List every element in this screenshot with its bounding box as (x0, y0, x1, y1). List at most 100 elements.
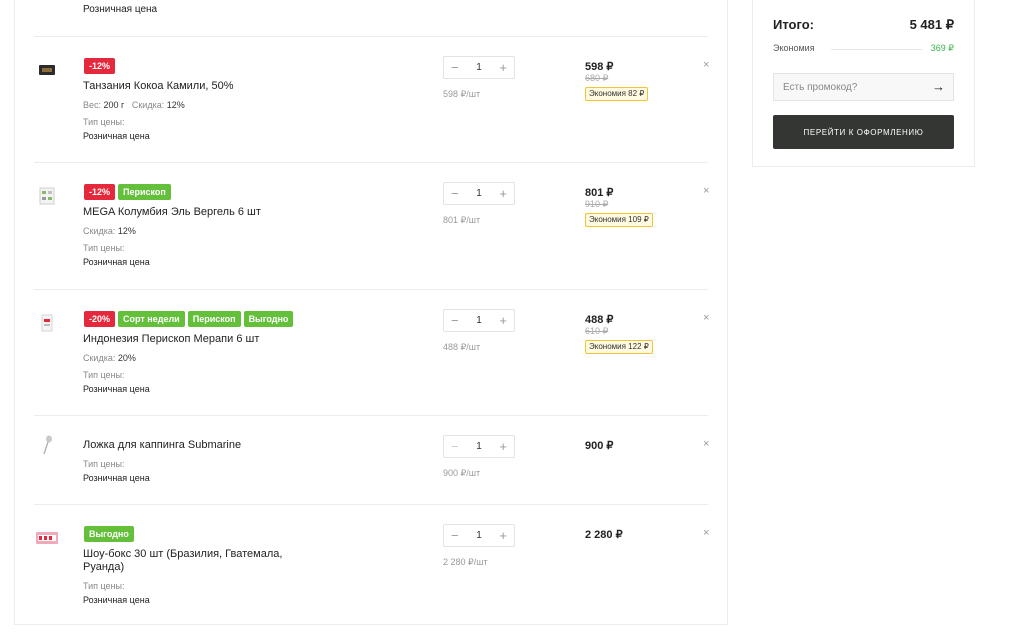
product-meta: Скидка: 12% (83, 226, 136, 236)
minus-icon[interactable]: − (451, 61, 459, 74)
product-badge: Выгодно (243, 311, 294, 327)
item-divider (34, 36, 708, 37)
product-badge: Выгодно (84, 526, 134, 542)
cart-item: Выгодно Шоу-бокс 30 шт (Бразилия, Гватема… (0, 504, 728, 625)
arrow-right-icon[interactable]: → (932, 79, 945, 94)
price-type-label: Тип цены: (83, 243, 125, 253)
meta-value: 20% (117, 353, 136, 363)
show-box-icon[interactable] (34, 528, 60, 548)
product-name[interactable]: Индонезия Перископ Мерапи 6 шт (83, 333, 313, 346)
item-price: 2 280 ₽ (585, 529, 623, 541)
spoon-icon[interactable] (34, 435, 60, 455)
product-badge: Перископ (118, 184, 171, 200)
coffee-pack-icon[interactable] (34, 60, 60, 80)
old-price: 610 ₽ (585, 326, 609, 336)
badge-group: -12% Перископ (84, 184, 171, 200)
price-type-value: Розничная цена (83, 257, 150, 267)
price-type-value: Розничная цена (83, 473, 150, 483)
product-meta: Вес: 200 г Скидка: 12% (83, 100, 185, 110)
total-value: 5 481 ₽ (909, 17, 954, 32)
product-badge: Сорт недели (118, 311, 185, 327)
product-name[interactable]: Танзания Кокоа Камили, 50% (83, 80, 313, 93)
product-meta: Скидка: 20% (83, 353, 136, 363)
minus-icon[interactable]: − (451, 529, 459, 542)
quantity-value[interactable]: 1 (476, 62, 482, 73)
drip-bag-icon[interactable] (34, 313, 60, 333)
item-price: 801 ₽ (585, 187, 614, 199)
order-summary: Итого: 5 481 ₽ Экономия 369 ₽ → ПЕРЕЙТИ … (752, 0, 975, 167)
item-divider (34, 504, 708, 505)
minus-icon[interactable]: − (451, 440, 459, 453)
total-label: Итого: (773, 17, 814, 32)
product-badge: -12% (84, 58, 116, 74)
meta-label: Скидка: (83, 226, 116, 236)
meta-value: 200 г (103, 100, 125, 110)
cart-item: -12% Перископ MEGA Колумбия Эль Вергель 6 … (0, 162, 728, 289)
old-price: 680 ₽ (585, 73, 609, 83)
meta-label: Скидка: (131, 100, 165, 110)
meta-value: 12% (117, 226, 136, 236)
capsule-box-icon[interactable] (34, 186, 60, 206)
price-type-value: Розничная цена (83, 595, 150, 605)
close-icon[interactable]: × (703, 438, 709, 450)
product-name[interactable]: Шоу-бокс 30 шт (Бразилия, Гватемала, Руа… (83, 548, 313, 574)
product-name[interactable]: MEGA Колумбия Эль Вергель 6 шт (83, 206, 313, 219)
price-type-value: Розничная цена (83, 384, 150, 394)
close-icon[interactable]: × (703, 527, 709, 539)
plus-icon[interactable]: + (499, 529, 507, 542)
unit-price: 598 ₽/шт (443, 89, 481, 99)
item-price: 488 ₽ (585, 314, 614, 326)
unit-price: 2 280 ₽/шт (443, 557, 488, 567)
price-type-label: Тип цены: (83, 459, 125, 469)
savings-divider (831, 49, 922, 50)
close-icon[interactable]: × (703, 312, 709, 324)
economy-badge: Экономия 109 ₽ (585, 213, 653, 227)
promo-code-field: → (773, 73, 954, 101)
close-icon[interactable]: × (703, 59, 709, 71)
unit-price: 488 ₽/шт (443, 342, 481, 352)
meta-value: 12% (166, 100, 185, 110)
cart-item: -20% Сорт недели Перископ Выгодно Индонезия … (0, 289, 728, 415)
price-type-label: Тип цены: (83, 370, 125, 380)
promo-code-input[interactable] (774, 74, 942, 100)
quantity-stepper: − 1 + (443, 56, 515, 79)
quantity-value[interactable]: 1 (476, 315, 482, 326)
minus-icon[interactable]: − (451, 187, 459, 200)
badge-group: -20% Сорт недели Перископ Выгодно (84, 311, 294, 327)
close-icon[interactable]: × (703, 185, 709, 197)
savings-value: 369 ₽ (930, 43, 954, 53)
unit-price: 900 ₽/шт (443, 468, 481, 478)
old-price: 910 ₽ (585, 199, 609, 209)
badge-group: -12% (84, 58, 116, 74)
savings-label: Экономия (773, 43, 815, 53)
plus-icon[interactable]: + (499, 314, 507, 327)
minus-icon[interactable]: − (451, 314, 459, 327)
item-divider (34, 162, 708, 163)
product-name[interactable]: Ложка для каппинга Submarine (83, 439, 313, 452)
plus-icon[interactable]: + (499, 187, 507, 200)
meta-label: Скидка: (83, 353, 116, 363)
product-badge: -12% (84, 184, 116, 200)
item-divider (34, 415, 708, 416)
cart-item: -12% Танзания Кокоа Камили, 50% Вес: 200 г… (0, 36, 728, 162)
quantity-stepper: − 1 + (443, 435, 515, 458)
product-badge: -20% (84, 311, 116, 327)
price-type-value: Розничная цена (83, 131, 150, 141)
quantity-value[interactable]: 1 (476, 441, 482, 452)
badge-group: Выгодно (84, 526, 134, 542)
plus-icon[interactable]: + (499, 440, 507, 453)
cart-item: Ложка для каппинга Submarine Тип цены: Роз… (0, 415, 728, 504)
quantity-stepper: − 1 + (443, 524, 515, 547)
economy-badge: Экономия 82 ₽ (585, 87, 649, 101)
plus-icon[interactable]: + (499, 61, 507, 74)
product-badge: Перископ (187, 311, 241, 327)
quantity-value[interactable]: 1 (476, 530, 482, 541)
checkout-button[interactable]: ПЕРЕЙТИ К ОФОРМЛЕНИЮ (773, 115, 954, 149)
item-divider (34, 289, 708, 290)
economy-badge: Экономия 122 ₽ (585, 340, 653, 354)
item-price: 598 ₽ (585, 61, 614, 73)
quantity-value[interactable]: 1 (476, 188, 482, 199)
price-type-value: Розничная цена (83, 4, 158, 15)
meta-label: Вес: (83, 100, 102, 110)
unit-price: 801 ₽/шт (443, 215, 481, 225)
